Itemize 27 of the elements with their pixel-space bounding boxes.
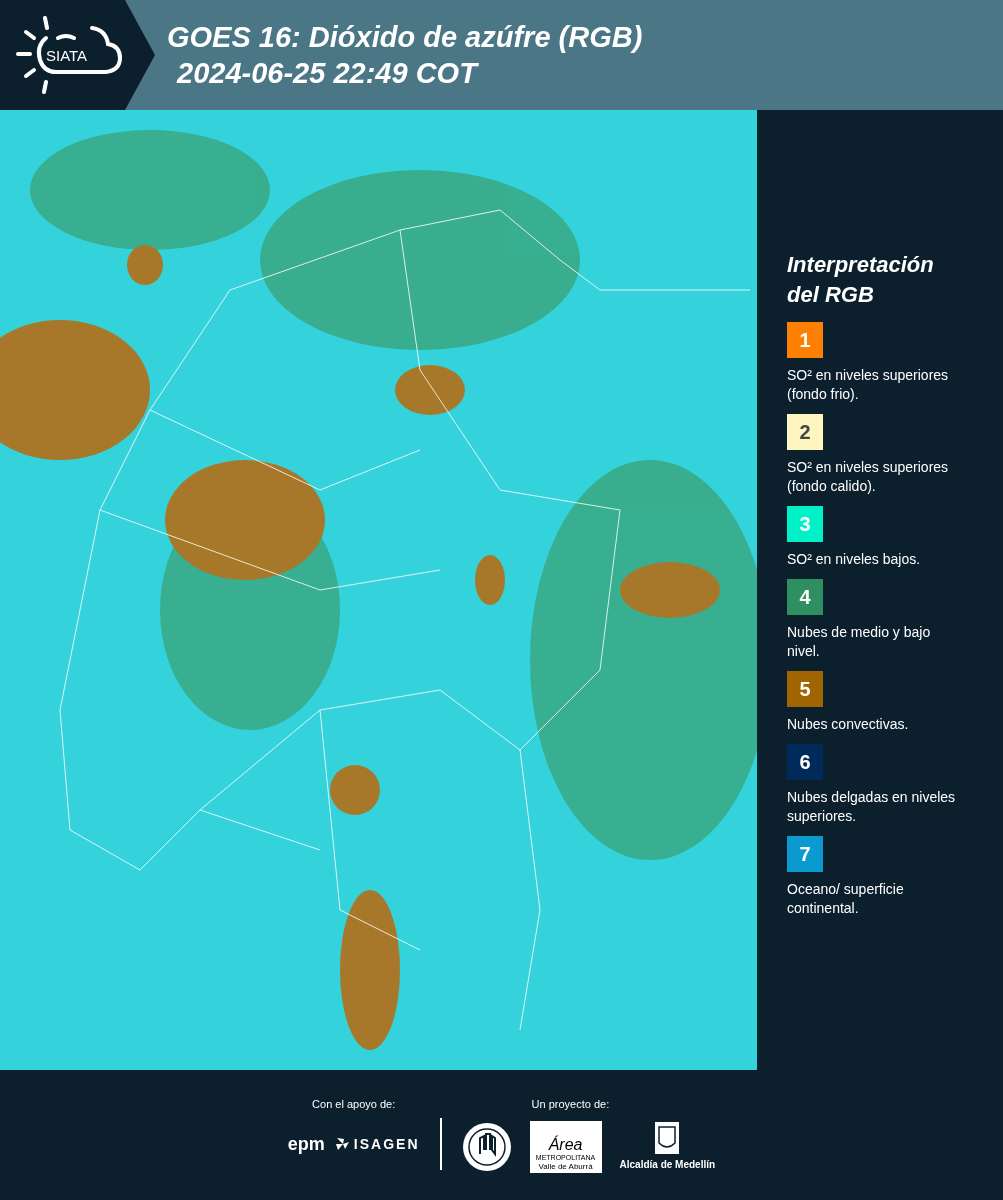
timestamp: 2024-06-25 22:49 COT <box>175 56 477 91</box>
legend-swatch: 2 <box>787 414 823 450</box>
page-title: GOES 16: Dióxido de azúfre (RGB) <box>167 20 643 55</box>
support-label: Con el apoyo de: <box>312 1097 396 1112</box>
coat-of-arms-icon <box>654 1121 681 1155</box>
legend-swatch: 4 <box>787 579 823 615</box>
legend-swatch: 1 <box>787 322 823 358</box>
legend-description: SO² en niveles bajos. <box>787 550 922 569</box>
legend-description: Oceano/ superficie continental. <box>787 880 905 918</box>
epm-logo: epm <box>287 1132 325 1156</box>
city-seal-icon <box>461 1121 512 1172</box>
legend-swatch: 3 <box>787 506 823 542</box>
logo-text: SIATA <box>46 46 88 66</box>
isagen-logo: ISAGEN <box>353 1134 420 1154</box>
legend-description: SO² en niveles superiores (fondo calido). <box>787 458 950 496</box>
legend-title: Interpretación del RGB <box>787 251 935 309</box>
legend-swatch: 6 <box>787 744 823 780</box>
pinwheel-icon <box>334 1136 351 1152</box>
legend-swatch: 7 <box>787 836 823 872</box>
legend-description: Nubes delgadas en niveles superiores. <box>787 788 957 826</box>
legend-description: Nubes convectivas. <box>787 715 910 734</box>
project-label: Un proyecto de: <box>531 1097 610 1112</box>
legend-description: Nubes de medio y bajo nivel. <box>787 623 932 661</box>
sun-cloud-logo-icon <box>16 16 124 94</box>
legend-description: SO² en niveles superiores (fondo frio). <box>787 366 950 404</box>
legend-swatch: 5 <box>787 671 823 707</box>
alcaldia-logo-text: Alcaldía de Medellín <box>619 1158 716 1172</box>
